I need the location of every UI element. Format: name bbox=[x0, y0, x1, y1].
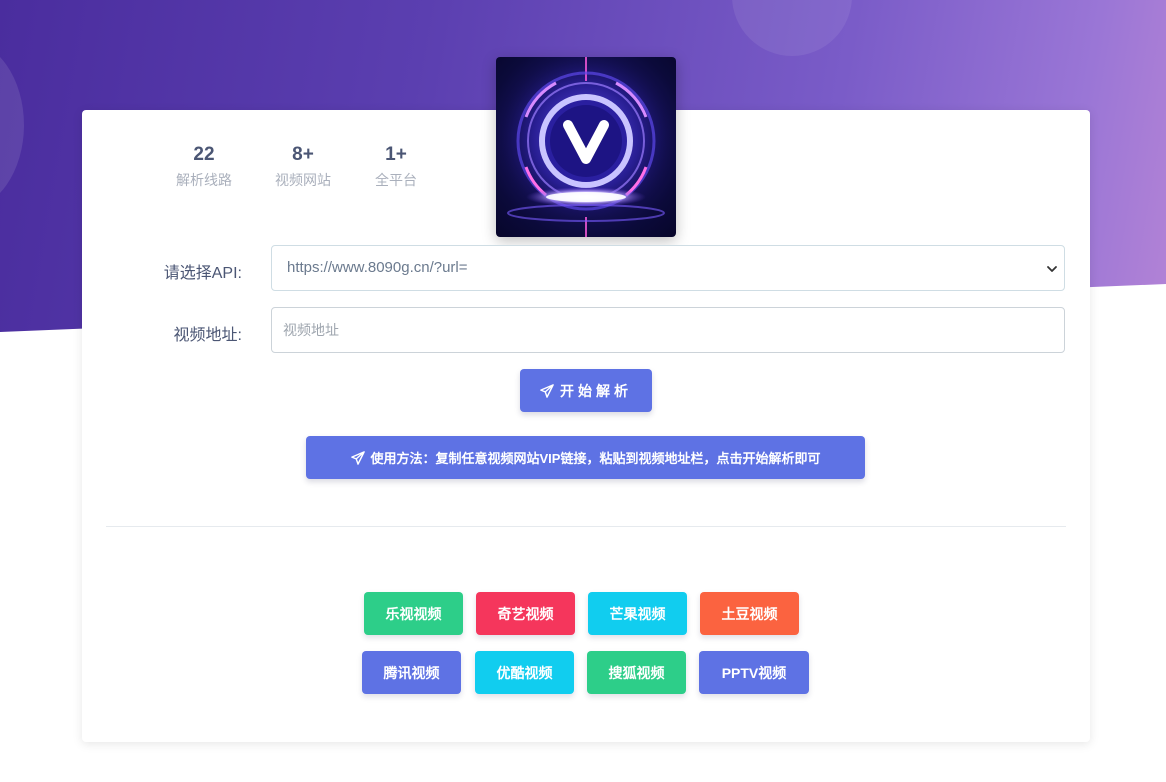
site-button-label: 腾讯视频 bbox=[383, 664, 440, 681]
site-button-iqiyi[interactable]: 奇艺视频 bbox=[476, 592, 575, 635]
site-button-label: 优酷视频 bbox=[496, 664, 553, 681]
logo-graphic bbox=[496, 57, 676, 237]
stat-lines: 22 解析线路 bbox=[159, 142, 249, 190]
site-button-mango[interactable]: 芒果视频 bbox=[588, 592, 687, 635]
stat-value: 8+ bbox=[292, 144, 314, 165]
site-button-label: PPTV视频 bbox=[721, 664, 787, 681]
stat-platforms: 1+ 全平台 bbox=[351, 142, 441, 190]
paper-plane-icon bbox=[350, 450, 365, 465]
divider bbox=[106, 526, 1066, 527]
site-button-label: 搜狐视频 bbox=[608, 664, 665, 681]
site-button-youku[interactable]: 优酷视频 bbox=[475, 651, 574, 694]
site-button-label: 奇艺视频 bbox=[497, 605, 554, 622]
video-url-input[interactable] bbox=[271, 307, 1065, 353]
vip-v-logo-icon bbox=[496, 57, 676, 237]
chevron-down-icon bbox=[1047, 266, 1057, 272]
video-url-label: 视频地址: bbox=[173, 327, 242, 344]
api-select-value: https://www.8090g.cn/?url= bbox=[287, 259, 468, 276]
site-button-tencent[interactable]: 腾讯视频 bbox=[362, 651, 461, 694]
site-button-tudou[interactable]: 土豆视频 bbox=[700, 592, 799, 635]
paper-plane-icon bbox=[540, 383, 554, 398]
api-label: 请选择API: bbox=[163, 265, 242, 282]
site-button-sohu[interactable]: 搜狐视频 bbox=[587, 651, 686, 694]
site-button-pptv[interactable]: PPTV视频 bbox=[699, 651, 809, 694]
stat-value: 22 bbox=[193, 144, 215, 165]
stat-label: 全平台 bbox=[375, 172, 417, 188]
stat-sites: 8+ 视频网站 bbox=[258, 142, 348, 190]
usage-instructions-label: 使用方法：复制任意视频网站VIP链接，粘贴到视频地址栏，点击开始解析即可 bbox=[370, 451, 821, 466]
start-parse-button[interactable]: 开始解析 bbox=[520, 369, 652, 412]
site-button-letv[interactable]: 乐视视频 bbox=[364, 592, 463, 635]
start-parse-label: 开始解析 bbox=[560, 382, 632, 399]
site-button-label: 芒果视频 bbox=[609, 605, 666, 622]
page: 22 解析线路 8+ 视频网站 1+ 全平台 请选择API: https://w… bbox=[0, 0, 1166, 782]
stat-label: 解析线路 bbox=[176, 172, 232, 188]
usage-instructions-button[interactable]: 使用方法：复制任意视频网站VIP链接，粘贴到视频地址栏，点击开始解析即可 bbox=[306, 436, 865, 479]
site-button-label: 乐视视频 bbox=[385, 605, 442, 622]
stat-label: 视频网站 bbox=[275, 172, 331, 188]
api-select[interactable]: https://www.8090g.cn/?url= bbox=[271, 245, 1065, 291]
stat-value: 1+ bbox=[385, 144, 407, 165]
site-button-label: 土豆视频 bbox=[721, 605, 778, 622]
